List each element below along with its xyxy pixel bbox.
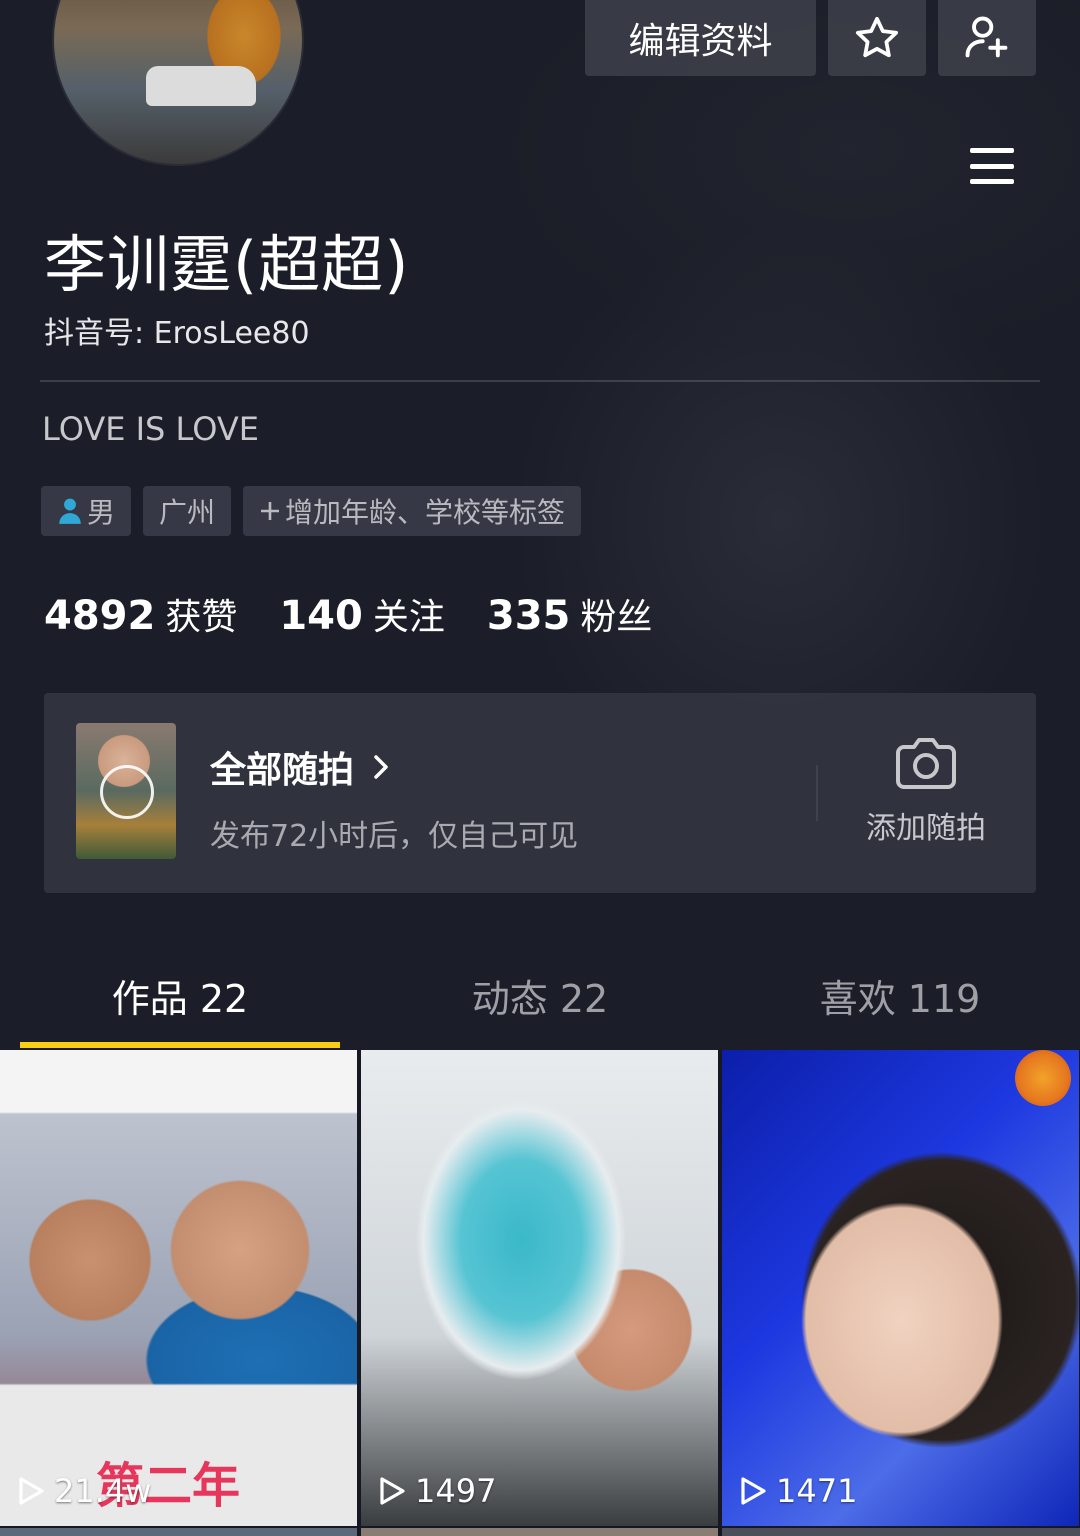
play-count: 21.4w (16, 1472, 151, 1510)
stat-following[interactable]: 140 关注 (279, 588, 445, 640)
douyin-id: 抖音号: ErosLee80 (44, 316, 310, 351)
add-friend-button[interactable] (938, 0, 1036, 76)
gender-label: 男 (87, 496, 116, 529)
stat-followers[interactable]: 335 粉丝 (487, 588, 653, 640)
video-thumbnail[interactable]: 第二年 21.4w (0, 1050, 357, 1526)
nickname: 李训霆(超超) (44, 228, 410, 301)
video-grid: 第二年 21.4w 1497 1471 (0, 1050, 1080, 1536)
edit-profile-label: 编辑资料 (628, 21, 773, 62)
play-ring-icon (100, 765, 154, 819)
tab-moments[interactable]: 动态 22 (360, 968, 720, 1023)
channel-logo (1015, 1050, 1071, 1106)
video-thumbnail[interactable]: 1497 (361, 1050, 718, 1526)
star-icon (855, 16, 899, 58)
play-count-value: 1497 (415, 1472, 497, 1510)
story-separator (816, 765, 818, 821)
camera-icon (896, 738, 956, 789)
play-icon (19, 1477, 44, 1505)
avatar-photo-detail (146, 66, 256, 106)
play-count-value: 21.4w (54, 1472, 152, 1510)
gender-tag[interactable]: 男 (41, 486, 132, 536)
likes-count: 4892 (44, 593, 156, 639)
following-label: 关注 (372, 597, 445, 638)
play-count: 1471 (738, 1472, 857, 1510)
play-count: 1497 (377, 1472, 496, 1510)
menu-icon[interactable] (970, 148, 1014, 184)
next-row-peek (0, 1528, 1080, 1536)
video-thumbnail[interactable]: 1471 (722, 1050, 1079, 1526)
followers-count: 335 (486, 593, 571, 639)
active-tab-indicator (20, 1042, 340, 1048)
tab-works[interactable]: 作品 22 (0, 968, 360, 1023)
signature: LOVE IS LOVE (42, 410, 259, 448)
story-title-label: 全部随拍 (210, 750, 355, 791)
likes-label: 获赞 (165, 597, 238, 638)
story-subtitle: 发布72小时后，仅自己可见 (210, 819, 579, 854)
add-story-button[interactable]: 添加随拍 (844, 737, 1008, 847)
plus-icon (259, 500, 281, 522)
favorites-button[interactable] (828, 0, 926, 76)
play-icon (741, 1477, 766, 1505)
story-thumbnail[interactable] (76, 723, 176, 859)
add-friend-icon (965, 16, 1008, 58)
city-tag[interactable]: 广州 (143, 486, 232, 536)
divider (40, 380, 1040, 382)
following-count: 140 (279, 593, 363, 639)
play-count-value: 1471 (776, 1472, 858, 1510)
story-card[interactable]: 全部随拍 发布72小时后，仅自己可见 添加随拍 (44, 693, 1036, 893)
add-tag-label: 增加年龄、学校等标签 (285, 496, 566, 529)
profile-tags: 男 广州 增加年龄、学校等标签 (41, 486, 582, 536)
edit-profile-button[interactable]: 编辑资料 (585, 0, 816, 76)
add-story-label: 添加随拍 (866, 811, 986, 846)
city-label: 广州 (159, 496, 216, 529)
add-tag-button[interactable]: 增加年龄、学校等标签 (243, 486, 582, 536)
followers-label: 粉丝 (580, 597, 653, 638)
profile-stats: 4892 获赞 140 关注 335 粉丝 (44, 588, 694, 640)
tab-likes[interactable]: 喜欢 119 (720, 968, 1080, 1023)
person-icon (57, 497, 83, 525)
stat-likes[interactable]: 4892 获赞 (44, 588, 237, 640)
content-tabs: 作品 22 动态 22 喜欢 119 (0, 946, 1080, 1048)
story-title[interactable]: 全部随拍 (210, 741, 390, 793)
play-icon (380, 1477, 405, 1505)
chevron-right-icon (372, 753, 390, 781)
